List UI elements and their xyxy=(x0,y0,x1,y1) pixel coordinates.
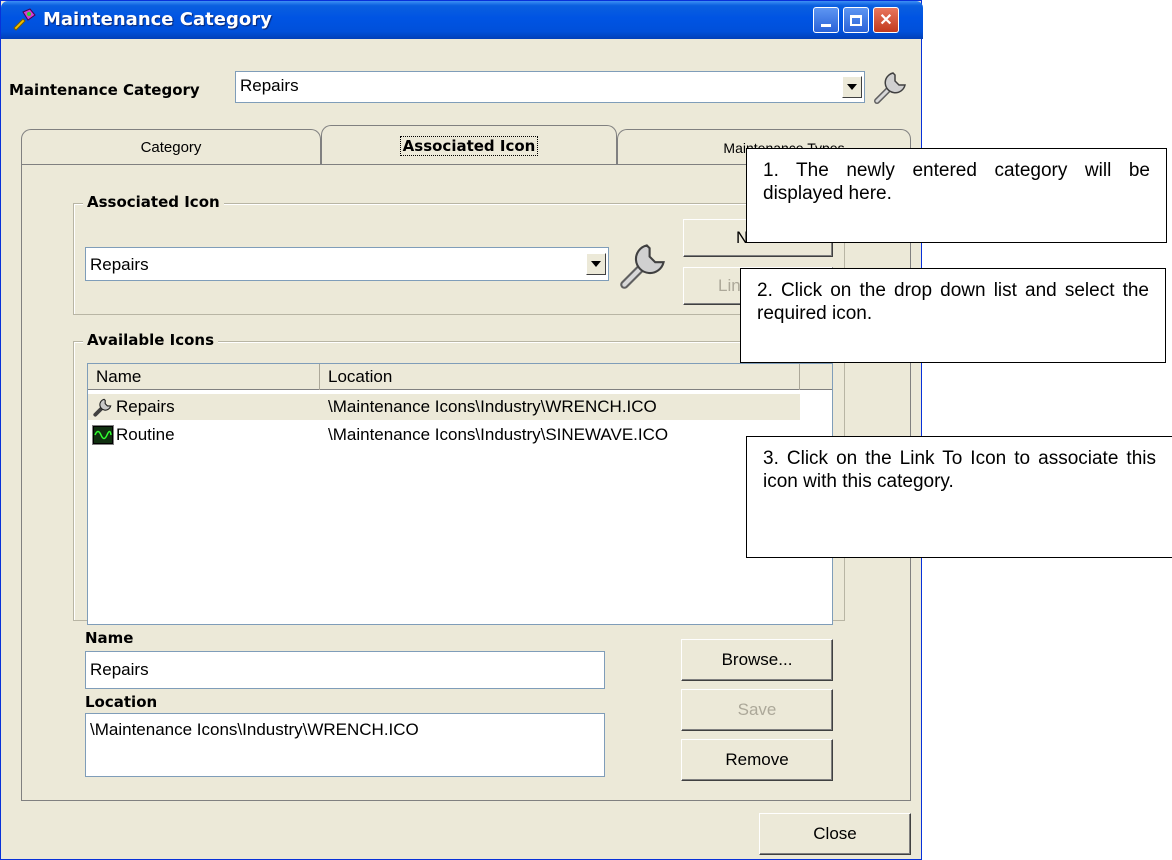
name-field[interactable]: Repairs xyxy=(85,651,605,689)
chevron-down-icon xyxy=(591,261,601,267)
callout-3: 3. Click on the Link To Icon to associat… xyxy=(746,436,1172,558)
wrench-icon xyxy=(615,237,673,293)
column-header-location-label: Location xyxy=(328,367,393,386)
available-icons-list[interactable]: Name Location Repairs \Maintenance Icons… xyxy=(87,363,833,625)
maximize-button[interactable] xyxy=(843,7,869,33)
column-header-location[interactable]: Location xyxy=(320,364,800,390)
close-window-button[interactable]: ✕ xyxy=(873,7,899,33)
callout-3-text: 3. Click on the Link To Icon to associat… xyxy=(763,448,1156,492)
save-button[interactable]: Save xyxy=(681,689,833,731)
tab-associated-icon-label: Associated Icon xyxy=(399,135,539,156)
title-bar[interactable]: Maintenance Category ✕ xyxy=(1,1,923,39)
list-item-location: \Maintenance Icons\Industry\SINEWAVE.ICO xyxy=(328,425,669,444)
callout-2: 2. Click on the drop down list and selec… xyxy=(740,268,1166,363)
location-label: Location xyxy=(85,693,158,711)
associated-icon-combo-value: Repairs xyxy=(90,255,149,274)
tab-category[interactable]: Category xyxy=(21,129,321,165)
sinewave-icon xyxy=(92,425,114,445)
browse-button-label: Browse... xyxy=(721,650,793,669)
chevron-down-icon xyxy=(847,84,857,90)
save-button-label: Save xyxy=(737,700,777,719)
category-label: Maintenance Category xyxy=(9,81,200,99)
tab-associated-icon[interactable]: Associated Icon xyxy=(321,125,617,165)
list-item-name: Repairs xyxy=(116,397,175,416)
name-field-value: Repairs xyxy=(90,660,149,679)
callout-1-text: 1. The newly entered category will be di… xyxy=(763,160,1150,204)
app-icon xyxy=(11,8,37,32)
remove-button[interactable]: Remove xyxy=(681,739,833,781)
category-dropdown-button[interactable] xyxy=(842,76,862,98)
maintenance-category-window: Maintenance Category ✕ Maintenance Categ… xyxy=(0,0,923,860)
associated-icon-group-title: Associated Icon xyxy=(83,193,224,211)
browse-button[interactable]: Browse... xyxy=(681,639,833,681)
column-header-name-label: Name xyxy=(96,367,142,386)
list-item[interactable]: Repairs \Maintenance Icons\Industry\WREN… xyxy=(88,394,800,420)
remove-button-label: Remove xyxy=(725,750,789,769)
minimize-button[interactable] xyxy=(813,7,839,33)
category-combo-value: Repairs xyxy=(240,76,299,95)
associated-icon-combo[interactable]: Repairs xyxy=(85,247,609,281)
window-title: Maintenance Category xyxy=(43,9,272,30)
minimize-icon xyxy=(821,23,831,27)
tab-category-label: Category xyxy=(140,139,202,156)
name-label: Name xyxy=(85,629,134,647)
maximize-icon xyxy=(850,14,862,26)
category-combo[interactable]: Repairs xyxy=(235,71,865,103)
callout-1: 1. The newly entered category will be di… xyxy=(746,148,1167,243)
wrench-icon xyxy=(92,396,114,418)
list-item[interactable]: Routine \Maintenance Icons\Industry\SINE… xyxy=(88,422,800,448)
callout-2-text: 2. Click on the drop down list and selec… xyxy=(757,280,1149,324)
close-icon: ✕ xyxy=(879,12,893,29)
wrench-icon xyxy=(871,67,911,107)
list-item-location: \Maintenance Icons\Industry\WRENCH.ICO xyxy=(328,397,657,416)
column-header-name[interactable]: Name xyxy=(88,364,320,390)
close-button[interactable]: Close xyxy=(759,813,911,855)
available-icons-group-title: Available Icons xyxy=(83,331,219,349)
list-item-name: Routine xyxy=(116,425,175,444)
location-field[interactable]: \Maintenance Icons\Industry\WRENCH.ICO xyxy=(85,713,605,777)
close-button-label: Close xyxy=(813,824,857,843)
location-field-value: \Maintenance Icons\Industry\WRENCH.ICO xyxy=(90,720,419,739)
list-header: Name Location xyxy=(88,364,832,390)
associated-icon-dropdown-button[interactable] xyxy=(586,253,606,275)
